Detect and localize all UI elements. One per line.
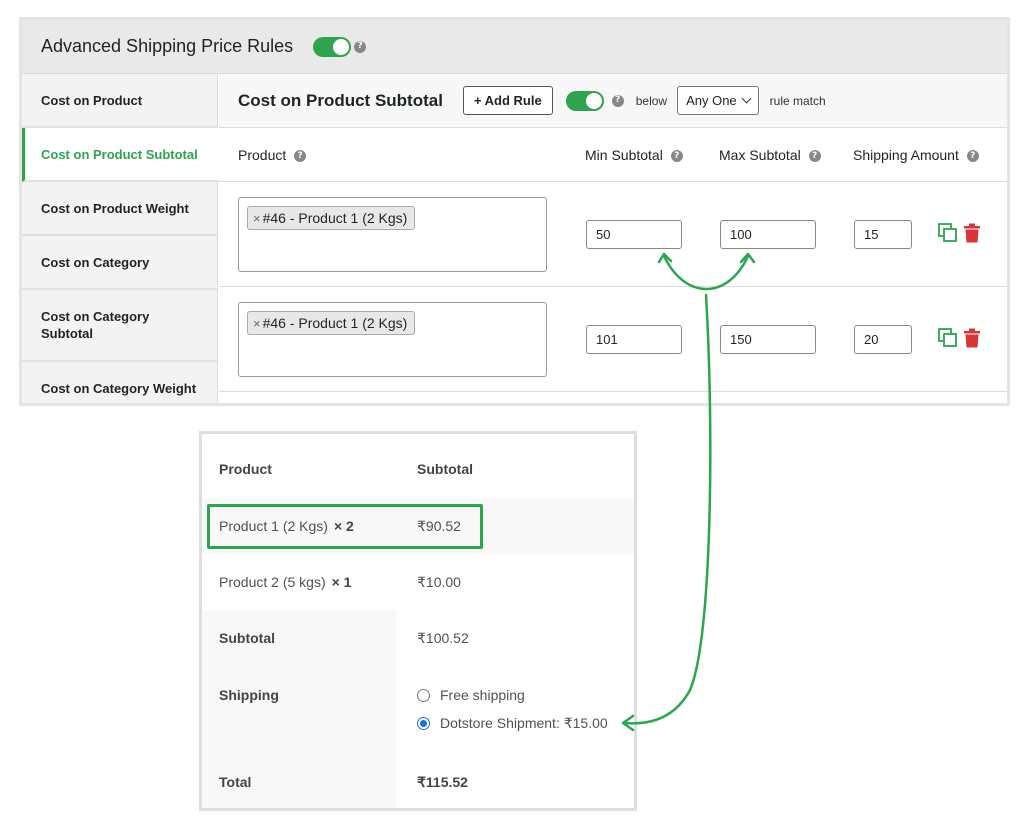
trash-icon[interactable] — [963, 328, 981, 348]
panel-title: Advanced Shipping Price Rules — [41, 36, 294, 56]
trash-icon[interactable] — [963, 223, 981, 243]
col-min-subtotal: Min Subtotal ? — [585, 147, 683, 163]
radio-button[interactable] — [417, 688, 430, 702]
min-subtotal-input[interactable] — [586, 220, 682, 249]
product-tag: × #46 - Product 1 (2 Kgs) — [247, 206, 416, 230]
radio-button-selected[interactable] — [417, 717, 430, 730]
help-icon[interactable]: ? — [670, 150, 683, 163]
sidebar-item-cost-on-product-subtotal[interactable]: Cost on Product Subtotal — [22, 128, 219, 182]
add-rule-button[interactable]: + Add Rule — [462, 86, 553, 115]
shipping-rules-panel: Advanced Shipping Price Rules ? Cost on … — [19, 17, 1010, 406]
remove-x-icon[interactable]: × — [253, 316, 261, 331]
col-shipping-amount: Shipping Amount ? — [853, 147, 979, 163]
min-subtotal-input[interactable] — [586, 325, 682, 354]
product-select[interactable]: × #46 - Product 1 (2 Kgs) — [238, 302, 547, 377]
rule-type-sidebar: Cost on Product Cost on Product Subtotal… — [22, 74, 219, 403]
help-icon[interactable]: ? — [294, 150, 307, 163]
help-icon[interactable]: ? — [808, 150, 821, 163]
copy-icon[interactable] — [938, 328, 958, 348]
col-product: Product ? — [238, 147, 307, 163]
sidebar-item-cost-on-category[interactable]: Cost on Category — [22, 236, 218, 290]
cart-header-row: Product Subtotal — [219, 461, 473, 477]
cart-item-row: Product 2 (5 kgs) × 1 ₹10.00 — [219, 573, 461, 591]
match-type-select[interactable]: Any One — [677, 86, 759, 115]
shipping-option-free[interactable]: Free shipping — [417, 687, 525, 703]
rule-row: × #46 - Product 1 (2 Kgs) — [219, 182, 1007, 287]
rule-match-toggle[interactable] — [565, 90, 604, 111]
sidebar-item-cost-on-product[interactable]: Cost on Product — [22, 74, 218, 128]
help-icon[interactable]: ? — [966, 150, 979, 163]
rules-column-header: Product ? Min Subtotal ? Max Subtotal ? … — [219, 128, 1007, 182]
rules-toolbar: Cost on Product Subtotal + Add Rule ? be… — [219, 74, 1007, 128]
product-select[interactable]: × #46 - Product 1 (2 Kgs) — [238, 197, 547, 272]
section-title: Cost on Product Subtotal — [238, 90, 443, 110]
sidebar-item-cost-on-category-subtotal[interactable]: Cost on Category Subtotal — [22, 290, 218, 362]
cart-totals-table: Product Subtotal Product 1 (2 Kgs) × 2 ₹… — [199, 431, 637, 811]
sidebar-item-cost-on-product-weight[interactable]: Cost on Product Weight — [22, 182, 218, 236]
cart-total-row: Total ₹115.52 — [202, 750, 634, 808]
rule-match-label: rule match — [769, 93, 826, 108]
cart-shipping-row: Shipping Free shipping Dotstore Shipment… — [202, 666, 634, 750]
below-label: below — [635, 93, 668, 108]
col-max-subtotal: Max Subtotal ? — [719, 147, 821, 163]
chevron-down-icon — [741, 93, 752, 104]
enable-rules-toggle[interactable] — [313, 36, 352, 57]
max-subtotal-input[interactable] — [720, 220, 816, 249]
cart-subtotal-row: Subtotal ₹100.52 — [202, 610, 634, 666]
product-tag: × #46 - Product 1 (2 Kgs) — [247, 311, 416, 335]
help-icon[interactable]: ? — [611, 94, 624, 107]
panel-header: Advanced Shipping Price Rules ? — [22, 20, 1007, 74]
help-icon[interactable]: ? — [354, 40, 367, 53]
rule-row: × #46 - Product 1 (2 Kgs) — [219, 287, 1007, 392]
max-subtotal-input[interactable] — [720, 325, 816, 354]
matched-product-highlight — [207, 504, 483, 549]
shipping-amount-input[interactable] — [854, 325, 912, 354]
rules-main: Cost on Product Subtotal + Add Rule ? be… — [219, 74, 1007, 403]
shipping-amount-input[interactable] — [854, 220, 912, 249]
sidebar-item-cost-on-category-weight[interactable]: Cost on Category Weight — [22, 362, 218, 403]
remove-x-icon[interactable]: × — [253, 211, 261, 226]
copy-icon[interactable] — [938, 223, 958, 243]
shipping-option-dotstore[interactable]: Dotstore Shipment: ₹15.00 — [417, 715, 608, 732]
